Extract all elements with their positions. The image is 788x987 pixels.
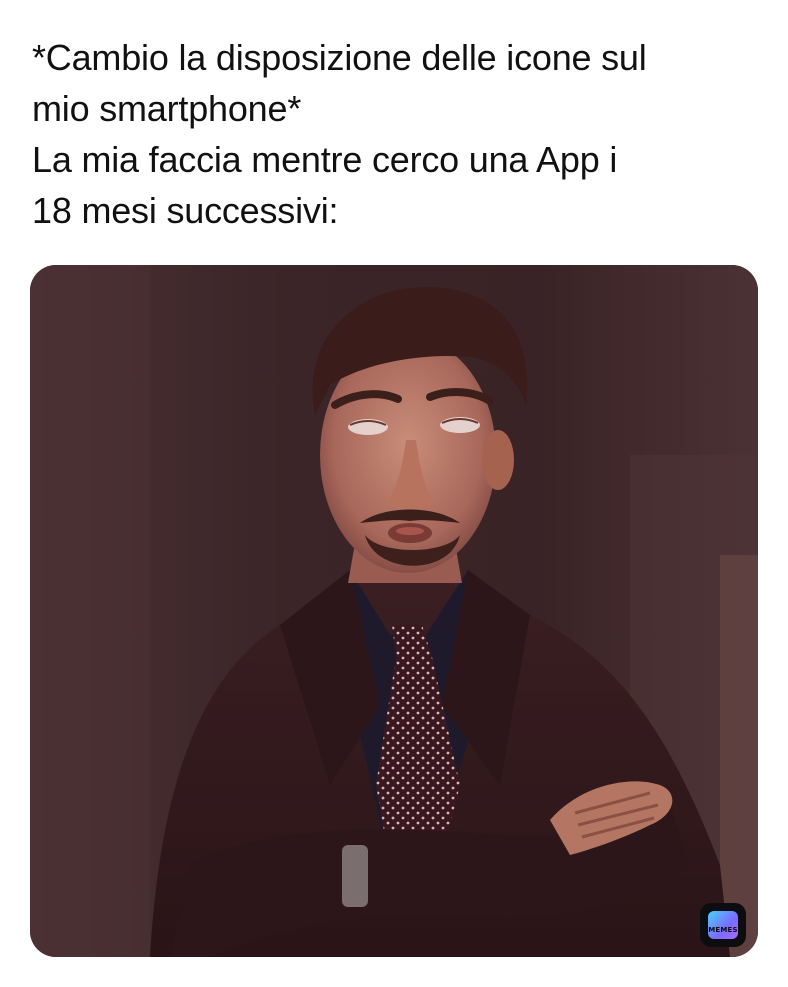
watermark-text: MEMES (708, 926, 738, 934)
background-left-wall (30, 265, 150, 957)
wristwatch (342, 845, 368, 907)
lips (396, 527, 424, 535)
background-light-strip (720, 555, 758, 957)
man-eye-roll-illustration (30, 265, 758, 957)
caption-line-4: 18 mesi successivi: (32, 190, 339, 231)
meme-photo: MEMES (30, 265, 758, 957)
caption-line-3: La mia faccia mentre cerco una App i (32, 139, 618, 180)
caption-line-1: *Cambio la disposizione delle icone sul (32, 37, 647, 78)
ear (482, 430, 514, 490)
memes-logo: MEMES (708, 911, 738, 939)
caption-line-2: mio smartphone* (32, 88, 302, 129)
memes-app-icon: MEMES (700, 903, 746, 947)
meme-caption: *Cambio la disposizione delle icone sul … (32, 32, 762, 236)
